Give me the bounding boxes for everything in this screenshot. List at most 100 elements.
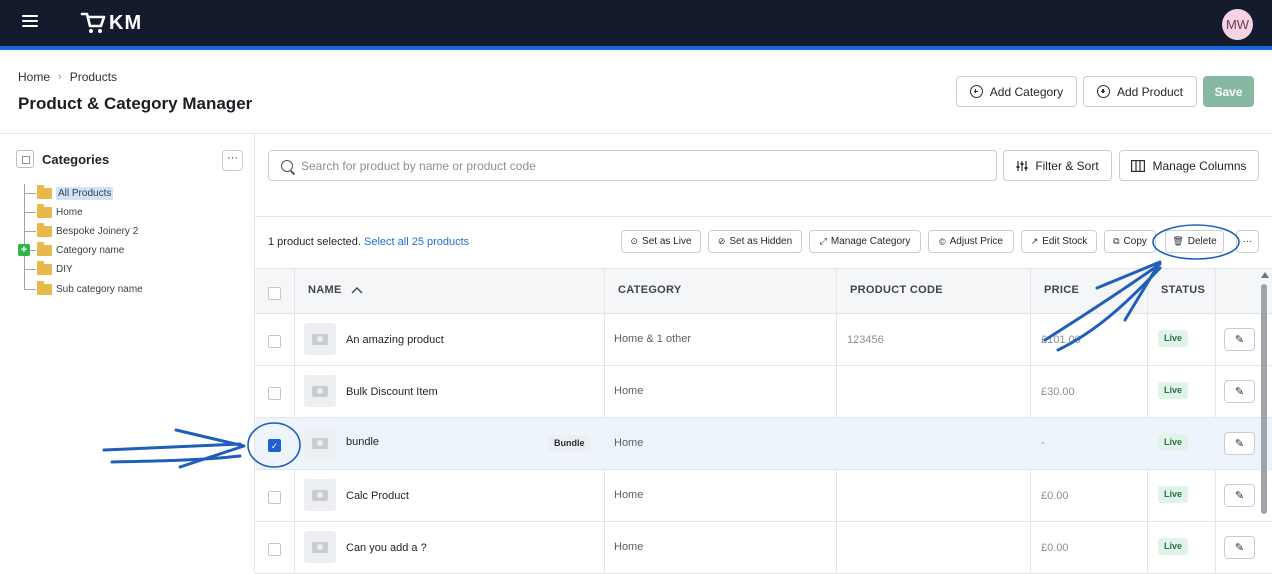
search-icon (281, 159, 293, 172)
edit-button[interactable]: ✎ (1224, 536, 1255, 559)
manage-columns-label: Manage Columns (1152, 158, 1247, 173)
product-name[interactable]: Can you add a ? (346, 542, 427, 554)
row-checkbox[interactable] (268, 387, 281, 400)
status-badge: Live (1158, 538, 1189, 555)
product-category: Home (614, 489, 644, 501)
selection-count: 1 product selected. (268, 236, 361, 248)
delete-label: Delete (1187, 236, 1217, 247)
edit-button[interactable]: ✎ (1224, 484, 1255, 507)
product-category: Home (614, 385, 644, 397)
trash-icon: 🗑 (1172, 236, 1184, 246)
select-all-checkbox[interactable] (268, 287, 281, 300)
check-circle-icon: ⊙ (630, 236, 639, 246)
row-checkbox[interactable] (268, 491, 281, 504)
delete-button[interactable]: 🗑 Delete (1165, 230, 1224, 253)
expand-plus-icon[interactable]: + (18, 244, 30, 256)
add-product-button[interactable]: Add Product (1083, 76, 1197, 107)
product-name[interactable]: Bulk Discount Item (346, 386, 438, 398)
product-name[interactable]: bundle (346, 436, 379, 448)
product-name[interactable]: Calc Product (346, 490, 409, 502)
manage-columns-button[interactable]: Manage Columns (1119, 150, 1259, 181)
select-all-link[interactable]: Select all 25 products (364, 236, 469, 248)
sliders-icon (1016, 160, 1028, 171)
table-header: NAME CATEGORY PRODUCT CODE PRICE STATUS (255, 268, 1272, 314)
column-category[interactable]: CATEGORY (618, 284, 682, 296)
breadcrumb-home[interactable]: Home (18, 70, 50, 84)
column-status[interactable]: STATUS (1161, 284, 1205, 296)
copy-icon: ⧉ (1113, 236, 1120, 246)
tree-item-label: Home (56, 206, 83, 218)
table-row[interactable]: Can you add a ? Home £0.00 Live ✎ (255, 522, 1272, 574)
tree-item-diy[interactable]: DIY (24, 260, 73, 278)
breadcrumb-separator: › (58, 71, 62, 83)
manage-category-label: Manage Category (830, 236, 911, 247)
row-checkbox[interactable] (268, 335, 281, 348)
table-row[interactable]: Bulk Discount Item Home £30.00 Live ✎ (255, 366, 1272, 418)
set-hidden-label: Set as Hidden (729, 236, 793, 247)
hamburger-menu-icon[interactable] (22, 15, 38, 31)
copy-button[interactable]: ⧉ Copy (1104, 230, 1156, 253)
top-bar-accent (0, 46, 1272, 50)
save-button[interactable]: Save (1203, 76, 1254, 107)
edit-button[interactable]: ✎ (1224, 380, 1255, 403)
tree-item-all-products[interactable]: All Products (24, 184, 114, 202)
set-live-button[interactable]: ⊙ Set as Live (621, 230, 701, 253)
logo-text: KM (109, 11, 143, 34)
pencil-icon: ✎ (1234, 490, 1245, 502)
breadcrumb: Home › Products (18, 70, 117, 84)
columns-icon (1131, 159, 1146, 172)
table-row-selected[interactable]: ✓ bundle Bundle Home - Live ✎ (255, 418, 1272, 470)
product-image-placeholder-icon (304, 531, 336, 563)
product-image-placeholder-icon (304, 323, 336, 355)
product-price: £30.00 (1041, 386, 1075, 398)
tree-item-sub-category-name[interactable]: Sub category name (24, 280, 143, 298)
row-checkbox-checked[interactable]: ✓ (268, 439, 281, 452)
scroll-thumb[interactable] (1261, 284, 1267, 514)
categories-more-button[interactable]: ··· (222, 150, 243, 171)
add-product-label: Add Product (1116, 84, 1184, 99)
tree-item-label: DIY (56, 263, 73, 275)
add-category-button[interactable]: Add Category (956, 76, 1077, 107)
more-actions-button[interactable]: ··· (1236, 230, 1259, 253)
folder-icon (37, 222, 52, 237)
product-price: £101.00 (1041, 334, 1081, 346)
tree-item-category-name[interactable]: Category name (24, 241, 124, 259)
table-scrollbar[interactable] (1260, 272, 1269, 572)
edit-button[interactable]: ✎ (1224, 328, 1255, 351)
add-category-label: Add Category (989, 84, 1064, 99)
tree-item-bespoke-joinery[interactable]: Bespoke Joinery 2 (24, 222, 138, 240)
table-row[interactable]: An amazing product Home & 1 other 123456… (255, 314, 1272, 366)
tree-item-label: Category name (56, 244, 125, 256)
table-row[interactable]: Calc Product Home £0.00 Live ✎ (255, 470, 1272, 522)
cart-icon (80, 12, 106, 33)
product-name[interactable]: An amazing product (346, 334, 444, 346)
status-badge: Live (1158, 382, 1189, 399)
avatar[interactable]: MW (1222, 9, 1253, 40)
logo[interactable]: KM (80, 10, 142, 36)
manage-category-button[interactable]: ⤢ Manage Category (809, 230, 921, 253)
column-product-code[interactable]: PRODUCT CODE (850, 284, 943, 296)
filter-sort-label: Filter & Sort (1035, 158, 1099, 173)
scroll-up-arrow-icon[interactable] (1261, 272, 1269, 278)
edit-stock-button[interactable]: ↗ Edit Stock (1021, 230, 1097, 253)
adjust-price-button[interactable]: © Adjust Price (928, 230, 1014, 253)
copy-label: Copy (1123, 236, 1147, 247)
product-category: Home (614, 541, 644, 553)
edit-button[interactable]: ✎ (1224, 432, 1255, 455)
arrows-icon: ⤢ (819, 236, 827, 246)
folder-icon (37, 280, 52, 295)
column-name[interactable]: NAME (308, 284, 363, 296)
tree-item-home[interactable]: Home (24, 203, 83, 221)
set-hidden-button[interactable]: ⊘ Set as Hidden (708, 230, 802, 253)
search-input[interactable] (301, 158, 961, 173)
row-checkbox[interactable] (268, 543, 281, 556)
product-price: £0.00 (1041, 490, 1069, 502)
product-price: - (1041, 437, 1045, 449)
product-image-placeholder-icon (304, 479, 336, 511)
pencil-icon: ✎ (1234, 542, 1245, 554)
status-badge: Live (1158, 486, 1189, 503)
filter-sort-button[interactable]: Filter & Sort (1003, 150, 1112, 181)
product-category: Home (614, 437, 644, 449)
column-price[interactable]: PRICE (1044, 284, 1079, 296)
tree-item-label: Bespoke Joinery 2 (56, 225, 139, 237)
